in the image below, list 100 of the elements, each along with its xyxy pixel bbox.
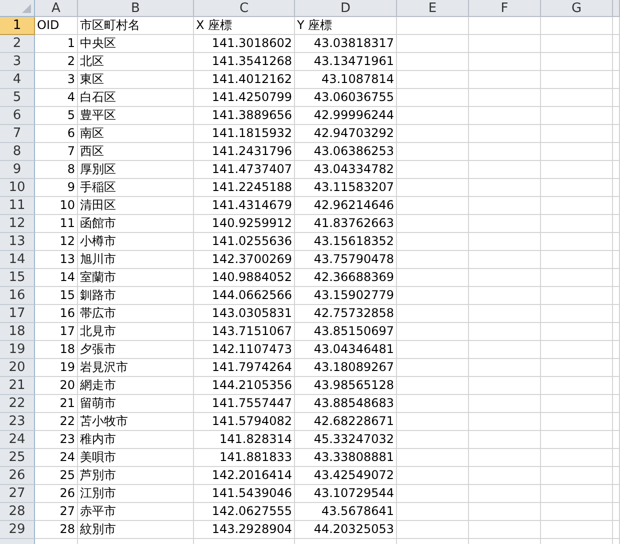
row-header[interactable]: 26 — [0, 467, 35, 485]
row-header[interactable]: 8 — [0, 143, 35, 161]
row-header[interactable]: 25 — [0, 449, 35, 467]
table-cell: 白石区 — [80, 90, 116, 105]
row-header[interactable]: 16 — [0, 287, 35, 305]
row-header[interactable]: 12 — [0, 215, 35, 233]
row-header[interactable]: 17 — [0, 305, 35, 323]
row-header[interactable]: 29 — [0, 521, 35, 539]
row-header[interactable]: 11 — [0, 197, 35, 215]
row-header[interactable]: 9 — [0, 161, 35, 179]
table-cell: 室蘭市 — [80, 270, 116, 285]
row-header[interactable]: 7 — [0, 125, 35, 143]
column-header[interactable]: D — [295, 0, 397, 17]
empty-cell — [469, 233, 541, 251]
row-header[interactable]: 5 — [0, 89, 35, 107]
row-header[interactable]: 2 — [0, 35, 35, 53]
table-cell: 13 — [60, 252, 75, 267]
table-cell: 141.5439046 — [212, 486, 292, 501]
table-cell: 稚内市 — [80, 432, 116, 447]
column-header[interactable]: F — [469, 0, 541, 17]
table-cell: 141.5794082 — [212, 414, 292, 429]
table-cell: 141.3541268 — [212, 54, 292, 69]
table-cell: 江別市 — [80, 486, 116, 501]
table-cell: 紋別市 — [80, 522, 116, 537]
column-header[interactable]: E — [397, 0, 469, 17]
table-cell: 141.4314679 — [212, 198, 292, 213]
table-cell: 20 — [60, 378, 75, 393]
row-header[interactable]: 23 — [0, 413, 35, 431]
table-cell: 15 — [60, 288, 75, 303]
empty-cell — [469, 305, 541, 323]
table-cell: 豊平区 — [80, 108, 116, 123]
table-cell: 27 — [60, 504, 75, 519]
empty-cell — [541, 395, 613, 413]
triangle-icon — [22, 4, 31, 13]
table-cell: 北区 — [80, 54, 104, 69]
row-header[interactable]: 10 — [0, 179, 35, 197]
table-cell: 赤平市 — [80, 504, 116, 519]
empty-cell — [541, 323, 613, 341]
select-all-button[interactable] — [0, 0, 35, 17]
table-cell: 美唄市 — [80, 450, 116, 465]
empty-cell — [541, 467, 613, 485]
table-cell: 141.0255636 — [212, 234, 292, 249]
empty-cell — [541, 485, 613, 503]
row-header[interactable]: 20 — [0, 359, 35, 377]
table-cell: X 座標 — [196, 18, 232, 33]
empty-cell — [469, 35, 541, 53]
column-header[interactable]: C — [194, 0, 295, 17]
table-cell: 10 — [60, 198, 75, 213]
row-header[interactable]: 19 — [0, 341, 35, 359]
column-header[interactable]: A — [35, 0, 78, 17]
table-cell: 141.2431796 — [212, 144, 292, 159]
table-cell: 141.3018602 — [212, 36, 292, 51]
empty-cell — [469, 89, 541, 107]
table-cell: 22 — [60, 414, 75, 429]
row-header[interactable]: 4 — [0, 71, 35, 89]
empty-cell — [541, 179, 613, 197]
table-cell: 43.75790478 — [314, 252, 394, 267]
table-cell: 41.83762663 — [314, 216, 394, 231]
empty-cell — [469, 413, 541, 431]
empty-cell — [541, 161, 613, 179]
table-cell: 網走市 — [80, 378, 116, 393]
table-cell: 4 — [67, 90, 75, 105]
table-cell: 43.13471961 — [314, 54, 394, 69]
row-header[interactable]: 24 — [0, 431, 35, 449]
row-header[interactable]: 18 — [0, 323, 35, 341]
empty-cell — [541, 503, 613, 521]
table-cell: 19 — [60, 360, 75, 375]
row-header[interactable]: 21 — [0, 377, 35, 395]
table-cell: 中央区 — [80, 36, 116, 51]
table-cell: 43.15902779 — [314, 288, 394, 303]
row-header[interactable]: 3 — [0, 53, 35, 71]
table-cell: 釧路市 — [80, 288, 116, 303]
row-header[interactable]: 27 — [0, 485, 35, 503]
table-cell: 142.3700269 — [212, 252, 292, 267]
row-header[interactable]: 13 — [0, 233, 35, 251]
empty-cell — [469, 71, 541, 89]
empty-cell — [541, 341, 613, 359]
column-header[interactable]: B — [78, 0, 194, 17]
empty-cell — [469, 485, 541, 503]
table-cell: 42.99996244 — [314, 108, 394, 123]
table-cell: 142.1107473 — [212, 342, 292, 357]
row-header[interactable]: 15 — [0, 269, 35, 287]
column-header[interactable] — [613, 0, 620, 17]
row-header[interactable]: 14 — [0, 251, 35, 269]
empty-cell — [469, 323, 541, 341]
empty-cell — [541, 305, 613, 323]
table-cell: 1 — [67, 36, 75, 51]
table-cell: 北見市 — [80, 324, 116, 339]
table-cell: 144.2105356 — [212, 378, 292, 393]
row-header[interactable]: 22 — [0, 395, 35, 413]
empty-cell — [541, 359, 613, 377]
row-header[interactable]: 1 — [0, 17, 35, 35]
empty-cell — [469, 143, 541, 161]
empty-cell — [541, 215, 613, 233]
empty-cell — [469, 17, 541, 35]
table-cell: 留萌市 — [80, 396, 116, 411]
row-header[interactable]: 28 — [0, 503, 35, 521]
column-header[interactable]: G — [541, 0, 613, 17]
row-header[interactable]: 6 — [0, 107, 35, 125]
table-cell: 市区町村名 — [80, 18, 140, 33]
